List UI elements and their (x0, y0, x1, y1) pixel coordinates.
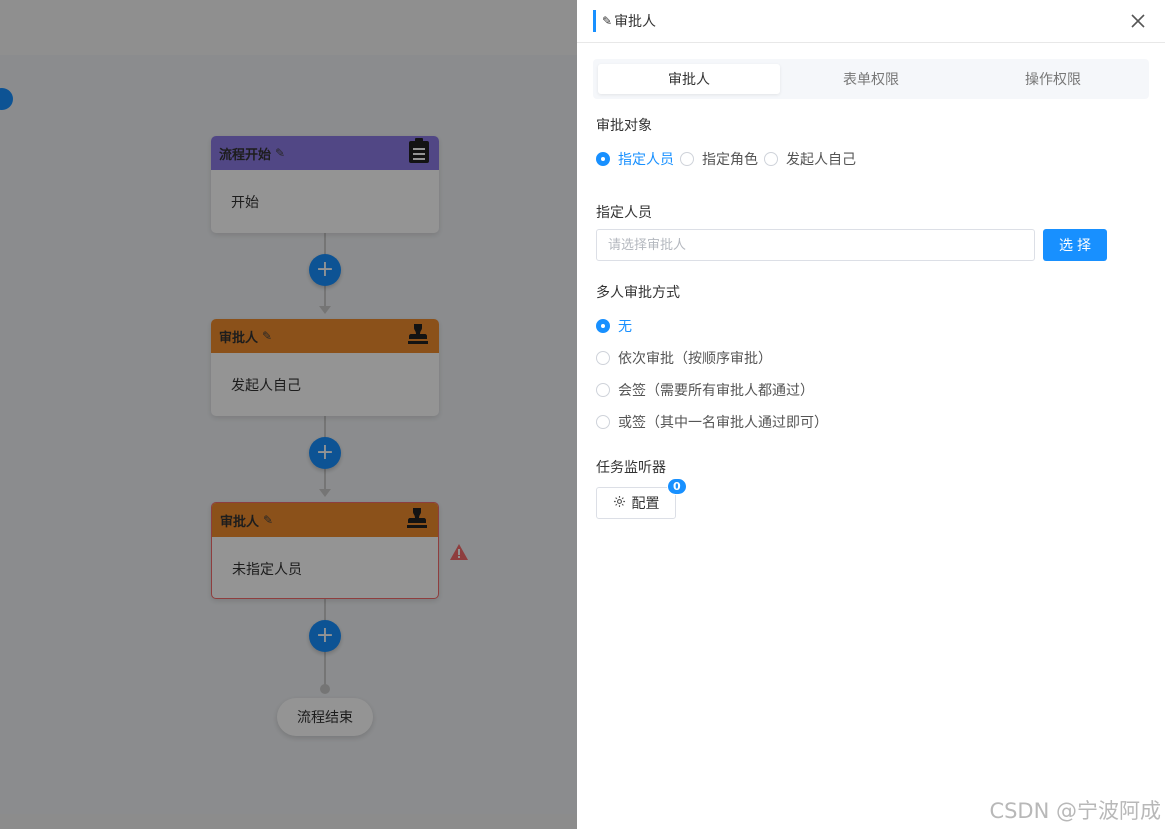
radio-circle[interactable] (596, 383, 610, 397)
multi-approval-label: 多人审批方式 (596, 285, 680, 301)
radio-circle[interactable] (596, 319, 610, 333)
select-approver-button[interactable]: 选择 (1043, 229, 1107, 261)
radio-label: 指定人员 (618, 152, 674, 168)
listener-count-badge: 0 (667, 478, 687, 495)
assignee-label: 指定人员 (596, 205, 652, 221)
radio-label: 会签（需要所有审批人都通过） (618, 383, 814, 399)
approval-target-radio-group: 指定人员 指定角色 发起人自己 (596, 149, 862, 169)
watermark: CSDN @宁波阿成 (989, 799, 1161, 823)
tab-operation-permission[interactable]: 操作权限 (962, 64, 1144, 94)
radio-specified-user[interactable]: 指定人员 (596, 149, 674, 169)
radio-mode-countersign[interactable]: 会签（需要所有审批人都通过） (596, 380, 814, 400)
drawer-title-group: ✎ 审批人 (593, 10, 656, 32)
radio-label: 无 (618, 319, 632, 335)
drawer-header: ✎ 审批人 (577, 0, 1165, 43)
close-icon[interactable] (1129, 12, 1147, 30)
radio-circle[interactable] (596, 152, 610, 166)
title-accent-bar (593, 10, 596, 32)
radio-circle[interactable] (596, 351, 610, 365)
radio-label: 依次审批（按顺序审批） (618, 351, 772, 367)
radio-mode-or-sign[interactable]: 或签（其中一名审批人通过即可） (596, 412, 828, 432)
gear-icon (613, 495, 626, 512)
radio-initiator-self[interactable]: 发起人自己 (764, 149, 856, 169)
configure-button-label: 配置 (631, 496, 660, 512)
radio-mode-sequential[interactable]: 依次审批（按顺序审批） (596, 348, 772, 368)
radio-circle[interactable] (596, 415, 610, 429)
radio-circle[interactable] (680, 152, 694, 166)
drawer-tabs: 审批人 表单权限 操作权限 (593, 59, 1149, 99)
approval-target-label: 审批对象 (596, 118, 652, 134)
configure-listener-button[interactable]: 配置 (596, 487, 676, 519)
task-listener-label: 任务监听器 (596, 460, 666, 476)
edit-pencil-icon[interactable]: ✎ (602, 14, 612, 28)
radio-label: 指定角色 (702, 152, 758, 168)
drawer-title: 审批人 (614, 14, 657, 30)
radio-label: 或签（其中一名审批人通过即可） (618, 415, 828, 431)
radio-label: 发起人自己 (786, 152, 856, 168)
radio-circle[interactable] (764, 152, 778, 166)
approver-drawer: ✎ 审批人 审批人 表单权限 操作权限 审批对象 指定人员 指定角色 发起人自己… (577, 0, 1165, 829)
assignee-input[interactable] (596, 229, 1035, 261)
tab-approver[interactable]: 审批人 (598, 64, 780, 94)
radio-specified-role[interactable]: 指定角色 (680, 149, 758, 169)
radio-mode-none[interactable]: 无 (596, 316, 632, 336)
tab-form-permission[interactable]: 表单权限 (780, 64, 962, 94)
